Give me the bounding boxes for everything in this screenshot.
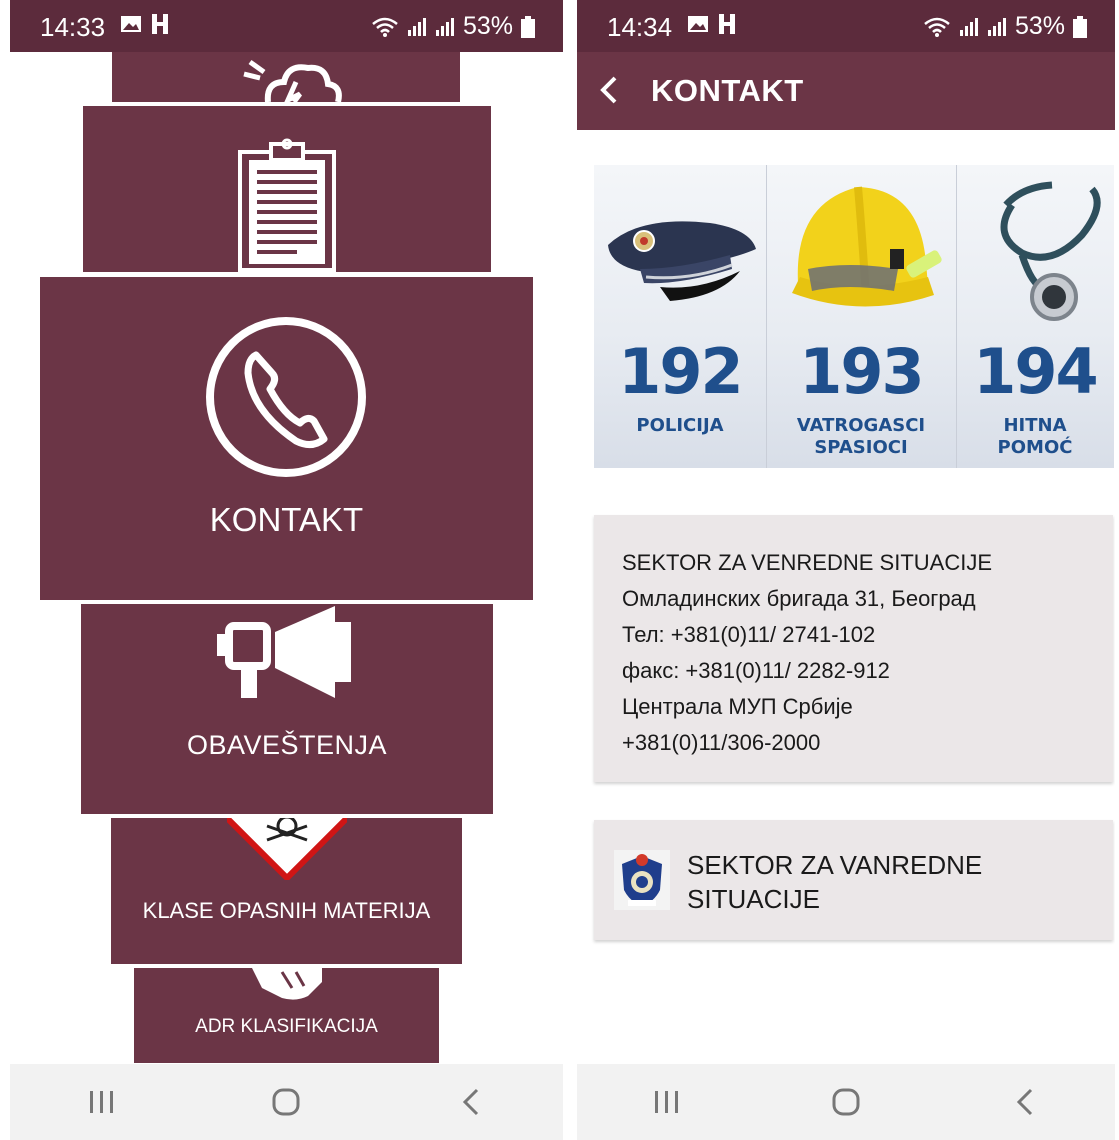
recent-apps-button[interactable] bbox=[627, 1072, 707, 1132]
menu-tile-adr[interactable]: ADR KLASIFIKACIJA bbox=[134, 968, 439, 1063]
wifi-icon bbox=[372, 17, 398, 37]
megaphone-icon bbox=[217, 606, 351, 698]
ambulance-number: 194 bbox=[973, 335, 1098, 408]
stethoscope-icon bbox=[1000, 181, 1101, 321]
menu-tile-hazard-classes[interactable]: KLASE OPASNIH MATERIJA bbox=[111, 818, 462, 964]
sector-link-card[interactable]: SEKTOR ZA VANREDNE SITUACIJE bbox=[594, 820, 1113, 940]
menu-tile-notices[interactable]: OBAVEŠTENJA bbox=[81, 604, 493, 814]
signal-icon-2 bbox=[435, 17, 454, 36]
info-line-fax: факс: +381(0)11/ 2282-912 bbox=[622, 658, 890, 683]
menu-tile-documents[interactable] bbox=[83, 106, 491, 272]
home-icon bbox=[272, 1088, 300, 1116]
info-line-switchboard: Централа МУП Србије bbox=[622, 694, 853, 719]
gallery-notification-icon bbox=[121, 16, 141, 32]
service-police[interactable]: 192 POLICIJA bbox=[594, 165, 766, 468]
ambulance-label-line1: HITNA bbox=[1003, 415, 1067, 436]
wifi-icon bbox=[924, 17, 950, 37]
h-notification-icon bbox=[152, 14, 168, 34]
menu-tile-contact[interactable]: KONTAKT bbox=[40, 277, 533, 600]
contact-tile-label: KONTAKT bbox=[209, 501, 364, 538]
info-line-organization: SEKTOR ZA VENREDNE SITUACIJE bbox=[622, 550, 993, 575]
contact-info-card: SEKTOR ZA VENREDNE SITUACIJE Омладинских… bbox=[594, 515, 1113, 782]
notices-tile-label: OBAVEŠTENJA bbox=[186, 730, 388, 760]
police-label: POLICIJA bbox=[636, 415, 724, 436]
home-screen: 14:33 53% KONTAKT OBAVEŠTENJA KLASE OPAS… bbox=[10, 0, 563, 1140]
home-button[interactable] bbox=[246, 1072, 326, 1132]
firefighters-label-line2: SPASIOCI bbox=[814, 437, 908, 458]
service-ambulance[interactable]: 194 HITNA POMOĆ bbox=[956, 165, 1114, 468]
status-time: 14:33 bbox=[40, 12, 106, 42]
sector-emblem-icon bbox=[614, 850, 670, 910]
status-bar: 14:34 53% bbox=[577, 0, 1115, 52]
h-notification-icon bbox=[719, 14, 735, 34]
home-icon bbox=[832, 1088, 860, 1116]
signal-icon bbox=[959, 17, 978, 36]
status-bar: 14:33 53% bbox=[10, 0, 563, 52]
appbar-back-button[interactable] bbox=[589, 70, 629, 110]
info-line-switchboard-phone[interactable]: +381(0)11/306-2000 bbox=[622, 725, 992, 761]
home-button[interactable] bbox=[806, 1072, 886, 1132]
hand-icon bbox=[252, 968, 322, 1000]
phone-icon bbox=[206, 317, 366, 477]
battery-icon bbox=[521, 15, 535, 38]
gallery-notification-icon bbox=[688, 16, 708, 32]
service-firefighters[interactable]: 193 VATROGASCI SPASIOCI bbox=[766, 165, 956, 468]
ambulance-label-line2: POMOĆ bbox=[997, 437, 1073, 458]
signal-icon bbox=[407, 17, 426, 36]
app-bar: KONTAKT bbox=[577, 52, 1115, 130]
sector-link-text: SEKTOR ZA VANREDNE SITUACIJE bbox=[687, 850, 983, 914]
firefighters-number: 193 bbox=[799, 335, 924, 408]
recent-apps-button[interactable] bbox=[62, 1072, 142, 1132]
back-chevron-icon bbox=[1017, 1088, 1033, 1116]
firefighters-label-line1: VATROGASCI bbox=[796, 415, 926, 436]
hazard-tile-label: KLASE OPASNIH MATERIJA bbox=[142, 898, 431, 923]
battery-percent: 53% bbox=[462, 12, 513, 40]
menu-tile-weather[interactable] bbox=[112, 52, 460, 102]
back-button[interactable] bbox=[431, 1072, 511, 1132]
recent-apps-icon bbox=[90, 1091, 114, 1113]
back-chevron-icon bbox=[462, 1088, 478, 1116]
contact-info-lines: SEKTOR ZA VENREDNE SITUACIJE Омладинских… bbox=[622, 545, 992, 761]
battery-percent: 53% bbox=[1014, 12, 1065, 40]
emergency-numbers-banner: 192 POLICIJA 193 VATROGASCI SPASIOCI 194… bbox=[594, 165, 1114, 468]
system-nav-bar bbox=[10, 1064, 563, 1140]
storm-cloud-icon bbox=[243, 59, 342, 102]
contact-screen: 14:34 53% KONTAKT 192 POLICIJA 193 VATRO… bbox=[577, 0, 1115, 1140]
adr-tile-label: ADR KLASIFIKACIJA bbox=[195, 1016, 378, 1037]
signal-icon-2 bbox=[987, 17, 1006, 36]
hazard-diamond-icon bbox=[227, 818, 347, 880]
back-button[interactable] bbox=[985, 1072, 1065, 1132]
back-arrow-icon bbox=[600, 76, 617, 104]
page-title: KONTAKT bbox=[651, 73, 804, 108]
status-time: 14:34 bbox=[607, 12, 673, 42]
police-cap-icon bbox=[608, 221, 756, 301]
battery-icon bbox=[1073, 15, 1087, 38]
police-number: 192 bbox=[618, 335, 743, 408]
info-line-address: Омладинских бригада 31, Београд bbox=[622, 586, 976, 611]
recent-apps-icon bbox=[654, 1091, 678, 1113]
firefighter-helmet-icon bbox=[792, 186, 942, 307]
system-nav-bar bbox=[577, 1064, 1115, 1140]
info-line-phone[interactable]: Тел: +381(0)11/ 2741-102 bbox=[622, 617, 992, 653]
clipboard-icon bbox=[238, 138, 336, 272]
